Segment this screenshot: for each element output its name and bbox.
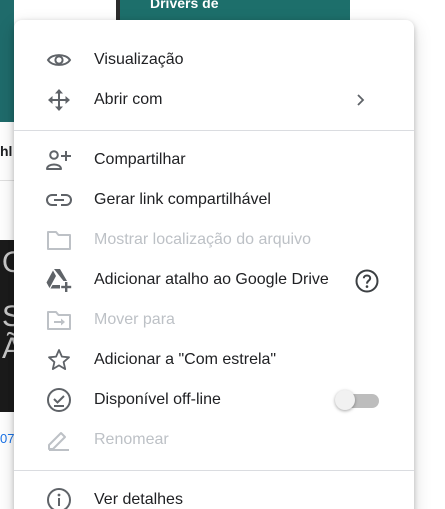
chevron-right-icon <box>352 92 368 108</box>
thumbnail-letter: O <box>2 246 14 279</box>
file-link-left[interactable]: 07, <box>0 430 14 448</box>
menu-item-label: Ver detalhes <box>94 491 183 508</box>
menu-item-offline[interactable]: Disponível off-line <box>14 380 414 420</box>
menu-divider <box>14 470 414 471</box>
menu-item-label: Gerar link compartilhável <box>94 191 271 208</box>
person-add-icon <box>44 148 74 172</box>
grid-divider <box>0 180 14 181</box>
thumbnail-letter: S <box>2 300 14 333</box>
offline-check-icon <box>44 388 74 412</box>
file-thumbnail-title: Drivers de <box>150 0 219 11</box>
file-context-menu: Visualização Abrir com Compartilhar Gera… <box>14 20 414 509</box>
menu-item-label: Mostrar localização do arquivo <box>94 231 311 248</box>
move-to-folder-icon <box>44 308 74 332</box>
thumbnail-letter: Ã <box>2 332 14 365</box>
file-name-left[interactable]: hl <box>0 142 14 160</box>
menu-item-open-with[interactable]: Abrir com <box>14 80 414 120</box>
menu-item-label: Disponível off-line <box>94 391 221 408</box>
menu-item-show-location[interactable]: Mostrar localização do arquivo <box>14 220 414 260</box>
menu-item-get-link[interactable]: Gerar link compartilhável <box>14 180 414 220</box>
info-icon <box>44 488 74 509</box>
menu-item-rename[interactable]: Renomear <box>14 420 414 460</box>
menu-item-star[interactable]: Adicionar a "Com estrela" <box>14 340 414 380</box>
file-thumbnail-dark[interactable]: O S Ã <box>0 240 14 412</box>
menu-item-share[interactable]: Compartilhar <box>14 140 414 180</box>
toggle-thumb <box>335 390 355 410</box>
menu-item-details[interactable]: Ver detalhes <box>14 480 414 509</box>
menu-item-label: Abrir com <box>94 91 163 108</box>
menu-item-label: Adicionar a "Com estrela" <box>94 351 277 368</box>
menu-item-label: Renomear <box>94 431 169 448</box>
menu-item-add-shortcut[interactable]: Adicionar atalho ao Google Drive <box>14 260 414 300</box>
drive-add-icon <box>44 268 74 292</box>
menu-item-label: Visualização <box>94 51 184 68</box>
menu-item-label: Mover para <box>94 311 175 328</box>
move-arrows-icon <box>44 88 74 112</box>
help-icon[interactable] <box>355 269 379 293</box>
file-thumbnail-left[interactable] <box>0 0 14 122</box>
menu-item-label: Adicionar atalho ao Google Drive <box>94 271 329 288</box>
offline-toggle[interactable] <box>335 390 381 410</box>
link-icon <box>44 188 74 212</box>
folder-icon <box>44 228 74 252</box>
pencil-icon <box>44 428 74 452</box>
star-outline-icon <box>44 348 74 372</box>
eye-icon <box>44 48 74 72</box>
menu-item-label: Compartilhar <box>94 151 186 168</box>
menu-item-move-to[interactable]: Mover para <box>14 300 414 340</box>
file-thumbnail-top[interactable]: Drivers de <box>116 0 350 22</box>
menu-item-preview[interactable]: Visualização <box>14 40 414 80</box>
menu-divider <box>14 130 414 131</box>
